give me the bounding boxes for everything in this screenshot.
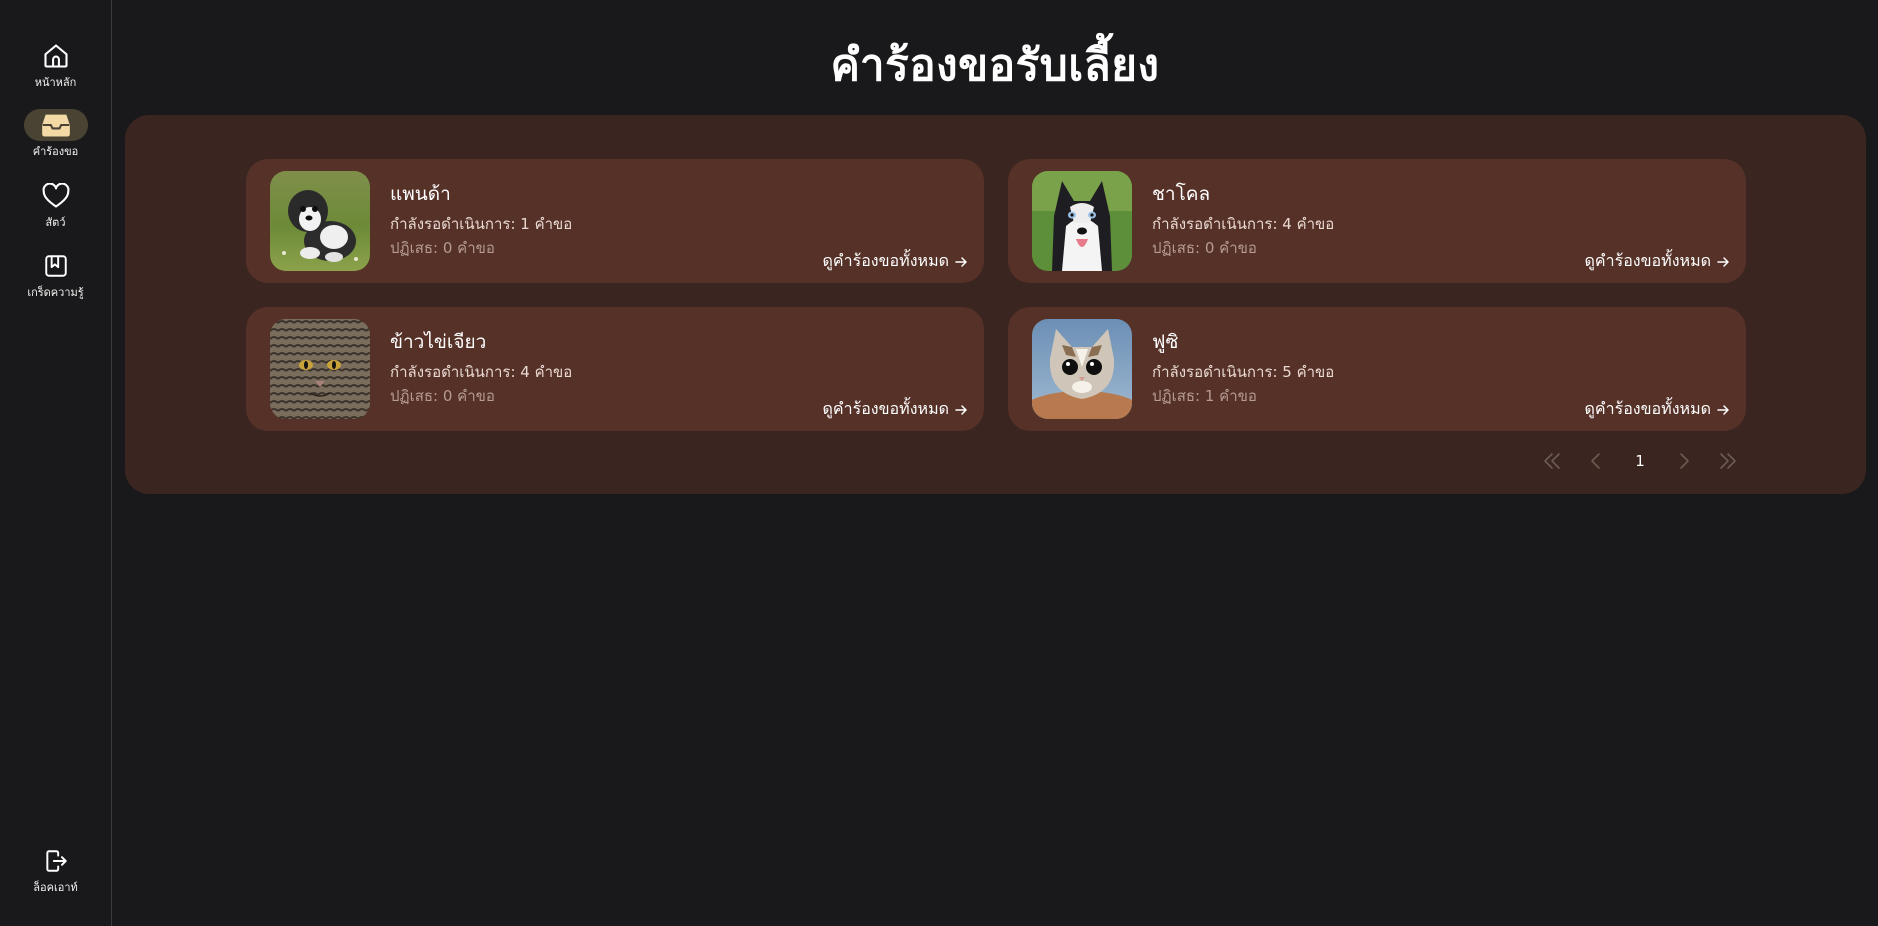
chevron-right-icon bbox=[1680, 453, 1689, 469]
view-all-requests-link[interactable]: ดูคำร้องขอทั้งหมด bbox=[823, 249, 968, 274]
pagination: 1 bbox=[1530, 447, 1750, 475]
page-title: คำร้องขอรับเลี้ยง bbox=[830, 40, 1160, 91]
pet-photo bbox=[270, 171, 370, 271]
rejected-count: ปฏิเสธ: 0 คำขอ bbox=[1152, 239, 1257, 257]
pet-name: ข้าวไข่เจียว bbox=[390, 331, 487, 353]
pending-count: กำลังรอดำเนินการ: 4 คำขอ bbox=[390, 363, 573, 381]
pet-request-card: แพนด้า กำลังรอดำเนินการ: 1 คำขอ ปฏิเสธ: … bbox=[246, 159, 984, 283]
sidebar-item-label: หน้าหลัก bbox=[34, 76, 77, 89]
view-all-requests-link[interactable]: ดูคำร้องขอทั้งหมด bbox=[823, 397, 968, 422]
pending-count: กำลังรอดำเนินการ: 5 คำขอ bbox=[1152, 363, 1335, 381]
pet-name: แพนด้า bbox=[390, 183, 451, 205]
heart-icon bbox=[42, 183, 69, 208]
last-page-button[interactable] bbox=[1706, 447, 1750, 475]
pet-request-card: ชาโคล กำลังรอดำเนินการ: 4 คำขอ ปฏิเสธ: 0… bbox=[1008, 159, 1746, 283]
pet-photo bbox=[1032, 171, 1132, 271]
first-page-button[interactable] bbox=[1530, 447, 1574, 475]
view-all-requests-link[interactable]: ดูคำร้องขอทั้งหมด bbox=[1585, 397, 1730, 422]
sidebar-item-requests[interactable]: คำร้องขอ bbox=[0, 109, 111, 160]
home-icon-wrap bbox=[24, 40, 88, 72]
shih-tzu-dog-photo bbox=[270, 171, 370, 271]
pet-photo bbox=[1032, 319, 1132, 419]
bookmark-icon bbox=[44, 255, 67, 277]
kitten-photo bbox=[1032, 319, 1132, 419]
view-all-label: ดูคำร้องขอทั้งหมด bbox=[822, 399, 949, 418]
tabby-cat-photo bbox=[270, 319, 370, 419]
arrow-right-icon bbox=[1717, 256, 1729, 267]
sidebar-item-label: เกร็ดความรู้ bbox=[27, 286, 84, 299]
sidebar-item-animals[interactable]: สัตว์ bbox=[0, 180, 111, 231]
pet-photo bbox=[270, 319, 370, 419]
rejected-count: ปฏิเสธ: 1 คำขอ bbox=[1152, 387, 1257, 405]
logout-button[interactable]: ล็อคเอาท์ bbox=[0, 845, 111, 896]
husky-dog-photo bbox=[1032, 171, 1132, 271]
chevron-left-icon bbox=[1591, 453, 1600, 469]
current-page-number[interactable]: 1 bbox=[1618, 452, 1662, 470]
rejected-count: ปฏิเสธ: 0 คำขอ bbox=[390, 387, 495, 405]
logout-label: ล็อคเอาท์ bbox=[33, 881, 78, 894]
prev-page-button[interactable] bbox=[1574, 447, 1618, 475]
logout-icon-wrap bbox=[24, 845, 88, 877]
heart-icon-wrap bbox=[24, 180, 88, 212]
chevrons-left-icon bbox=[1544, 453, 1560, 469]
pet-name: ฟูซิ bbox=[1152, 331, 1179, 353]
arrow-right-icon bbox=[955, 256, 967, 267]
requests-panel: แพนด้า กำลังรอดำเนินการ: 1 คำขอ ปฏิเสธ: … bbox=[125, 115, 1866, 494]
chevrons-right-icon bbox=[1720, 453, 1736, 469]
home-icon bbox=[43, 44, 68, 68]
view-all-label: ดูคำร้องขอทั้งหมด bbox=[1584, 251, 1711, 270]
sidebar-item-knowledge[interactable]: เกร็ดความรู้ bbox=[0, 250, 111, 301]
sidebar-item-label: คำร้องขอ bbox=[32, 145, 79, 158]
arrow-right-icon bbox=[955, 404, 967, 415]
logout-icon bbox=[45, 850, 67, 872]
inbox-icon-wrap bbox=[23, 109, 88, 141]
next-page-button[interactable] bbox=[1662, 447, 1706, 475]
inbox-icon bbox=[41, 114, 70, 137]
sidebar-item-label: สัตว์ bbox=[45, 216, 66, 229]
view-all-label: ดูคำร้องขอทั้งหมด bbox=[1584, 399, 1711, 418]
pending-count: กำลังรอดำเนินการ: 4 คำขอ bbox=[1152, 215, 1335, 233]
sidebar: หน้าหลัก คำร้องขอ สัตว์ เกร็ดความรู้ ล็อ… bbox=[0, 0, 112, 926]
pet-name: ชาโคล bbox=[1152, 183, 1211, 205]
arrow-right-icon bbox=[1717, 404, 1729, 415]
sidebar-item-home[interactable]: หน้าหลัก bbox=[0, 40, 111, 91]
view-all-requests-link[interactable]: ดูคำร้องขอทั้งหมด bbox=[1585, 249, 1730, 274]
pet-request-card: ข้าวไข่เจียว กำลังรอดำเนินการ: 4 คำขอ ปฏ… bbox=[246, 307, 984, 431]
bookmark-icon-wrap bbox=[24, 250, 88, 282]
rejected-count: ปฏิเสธ: 0 คำขอ bbox=[390, 239, 495, 257]
pending-count: กำลังรอดำเนินการ: 1 คำขอ bbox=[390, 215, 573, 233]
pet-request-card: ฟูซิ กำลังรอดำเนินการ: 5 คำขอ ปฏิเสธ: 1 … bbox=[1008, 307, 1746, 431]
view-all-label: ดูคำร้องขอทั้งหมด bbox=[822, 251, 949, 270]
